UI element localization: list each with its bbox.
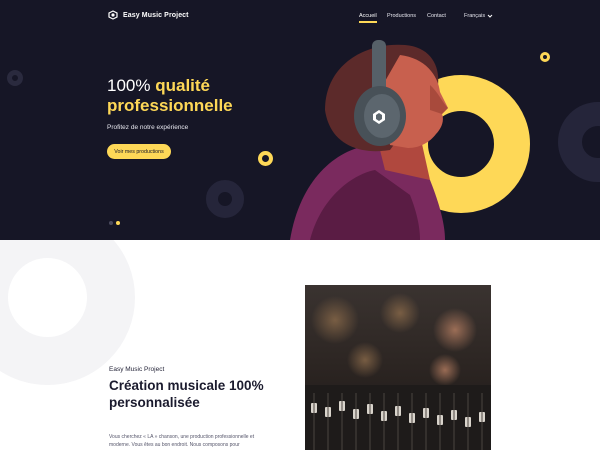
slider-pagination: [109, 221, 120, 225]
slider-dot-2[interactable]: [116, 221, 120, 225]
language-label: Français: [464, 13, 486, 19]
chevron-down-icon: [487, 14, 493, 18]
decor-ring-top: [540, 52, 550, 62]
decor-ring-dark: [206, 180, 244, 218]
section-body: Vous cherchez « LA » chanson, une produc…: [109, 434, 255, 448]
hero-title-line1-accent: qualité: [155, 76, 211, 95]
decor-ring-right: [558, 102, 600, 182]
studio-mixing-console-image: [305, 285, 491, 450]
view-productions-button[interactable]: Voir mes productions: [107, 144, 171, 159]
slider-dot-1[interactable]: [109, 221, 113, 225]
studio-photo: [305, 285, 491, 450]
decor-ring-small: [258, 151, 273, 166]
hero-title-line2: professionnelle: [107, 96, 233, 115]
hero-title-line1-normal: 100%: [107, 76, 151, 95]
section-eyebrow: Easy Music Project: [109, 366, 165, 373]
nav-link-contact[interactable]: Contact: [427, 13, 446, 19]
intro-section: [0, 240, 600, 450]
nav-link-accueil[interactable]: Accueil: [359, 13, 377, 19]
hero-title: 100% qualité professionnelle: [107, 76, 327, 116]
nav-link-productions[interactable]: Productions: [387, 13, 416, 19]
decor-ring-left: [7, 70, 23, 86]
hero-subtitle: Profitez de notre expérience: [107, 124, 189, 131]
language-selector[interactable]: Français: [464, 13, 493, 19]
hero-section: Easy Music Project Accueil Productions C…: [0, 0, 600, 240]
decor-light-ring: [0, 240, 135, 385]
logo[interactable]: Easy Music Project: [108, 10, 189, 20]
nav-active-indicator: [359, 21, 377, 23]
hero-person-illustration: [290, 40, 448, 240]
logo-text: Easy Music Project: [123, 11, 189, 19]
logo-mark-icon: [108, 10, 118, 20]
top-nav: Easy Music Project Accueil Productions C…: [0, 0, 600, 34]
section-title: Création musicale 100% personnalisée: [109, 378, 264, 410]
